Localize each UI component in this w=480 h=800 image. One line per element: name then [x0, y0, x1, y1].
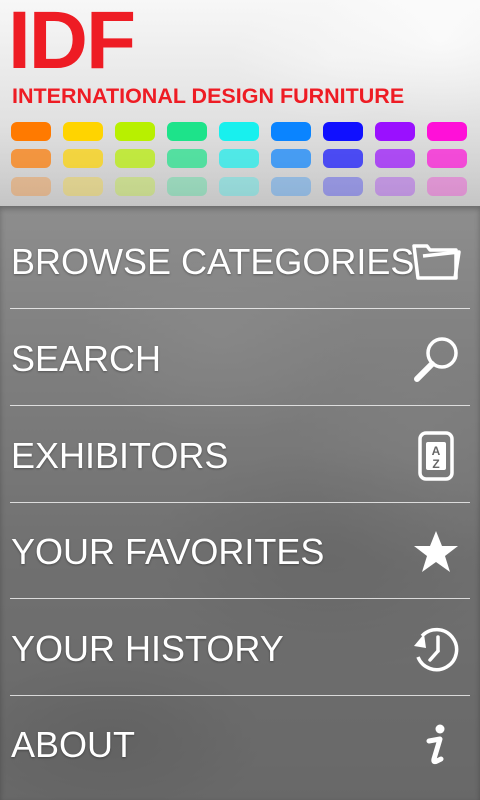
menu-item-about[interactable]: ABOUT: [0, 697, 480, 793]
star-icon: [410, 526, 462, 578]
idf-logo: IDF: [8, 0, 136, 86]
history-icon: [410, 623, 462, 675]
color-swatch: [427, 122, 467, 141]
color-swatch: [63, 122, 103, 141]
color-swatch-row-reflection: [11, 177, 467, 196]
color-swatch: [167, 122, 207, 141]
menu-item-your-history[interactable]: YOUR HISTORY: [0, 601, 480, 697]
menu-item-search[interactable]: SEARCH: [0, 311, 480, 407]
color-swatch: [219, 122, 259, 141]
menu-item-exhibitors[interactable]: EXHIBITORS A Z: [0, 408, 480, 504]
menu-item-label: YOUR HISTORY: [11, 628, 284, 669]
menu-item-label: BROWSE CATEGORIES: [11, 241, 415, 282]
color-swatch: [63, 177, 103, 196]
menu-item-label: YOUR FAVORITES: [11, 531, 325, 572]
color-swatch: [219, 177, 259, 196]
color-swatch: [219, 149, 259, 168]
divider: [10, 598, 470, 599]
color-swatch: [11, 149, 51, 168]
color-swatch: [167, 149, 207, 168]
divider: [10, 695, 470, 696]
app-header: IDF INTERNATIONAL DESIGN FURNITURE: [0, 0, 480, 206]
menu-item-browse-categories[interactable]: BROWSE CATEGORIES: [0, 214, 480, 310]
menu-item-label: ABOUT: [11, 724, 136, 765]
color-swatch: [271, 177, 311, 196]
color-swatch: [115, 177, 155, 196]
color-swatch: [11, 122, 51, 141]
main-menu: BROWSE CATEGORIES SEARCH EXHIBITORS A Z: [0, 206, 480, 800]
color-swatch: [427, 149, 467, 168]
color-swatch: [167, 177, 207, 196]
az-list-icon: A Z: [410, 430, 462, 482]
color-swatch: [115, 122, 155, 141]
info-icon: [410, 719, 462, 771]
color-swatch: [375, 122, 415, 141]
color-swatch-row-reflection: [11, 149, 467, 168]
color-swatch: [271, 149, 311, 168]
svg-text:Z: Z: [432, 457, 439, 471]
color-swatch: [427, 177, 467, 196]
tagline: INTERNATIONAL DESIGN FURNITURE: [12, 84, 405, 108]
color-swatch: [375, 177, 415, 196]
search-icon: [410, 333, 462, 385]
divider: [10, 405, 470, 406]
color-swatch: [11, 177, 51, 196]
menu-item-label: EXHIBITORS: [11, 435, 229, 476]
color-swatch: [323, 177, 363, 196]
menu-item-your-favorites[interactable]: YOUR FAVORITES: [0, 504, 480, 600]
color-swatch: [323, 149, 363, 168]
color-swatch: [63, 149, 103, 168]
color-swatch: [271, 122, 311, 141]
menu-item-label: SEARCH: [11, 338, 162, 379]
color-swatch-row: [11, 122, 467, 141]
folder-icon: [410, 236, 462, 288]
color-swatch: [375, 149, 415, 168]
svg-text:A: A: [432, 444, 441, 458]
divider: [10, 502, 470, 503]
divider: [10, 308, 470, 309]
color-swatch: [323, 122, 363, 141]
color-swatch: [115, 149, 155, 168]
